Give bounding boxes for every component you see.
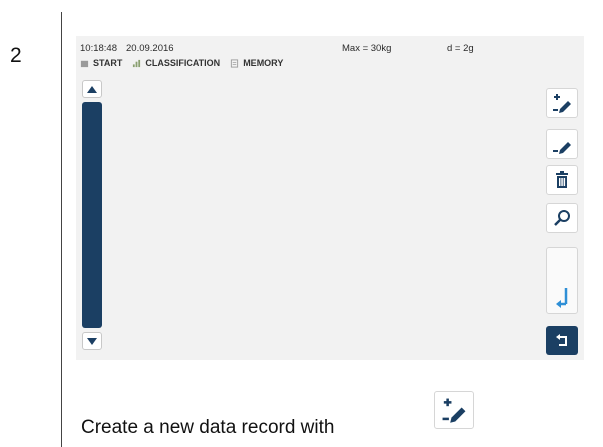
enter-arrow-icon [556,288,568,308]
device-screen: 10:18:48 20.09.2016 Max = 30kg d = 2g ST… [76,36,584,360]
back-arrow-icon [556,333,567,346]
breadcrumb-classification-label: CLASSIFICATION [145,58,221,68]
trash-icon [556,171,568,188]
classification-icon [133,59,141,67]
breadcrumb-classification[interactable]: CLASSIFICATION [132,58,220,68]
search-button[interactable] [546,203,578,233]
breadcrumb-memory-label: MEMORY [243,58,284,68]
step-divider [61,12,62,447]
record-list[interactable] [112,80,542,352]
status-date: 20.09.2016 [126,43,174,54]
scrollbar[interactable] [82,102,102,328]
status-readability: d = 2g [447,43,474,54]
edit-record-button[interactable] [546,129,578,159]
status-bar: 10:18:48 20.09.2016 Max = 30kg d = 2g [80,43,580,55]
status-time: 10:18:48 [80,43,117,54]
add-record-icon [553,94,571,113]
edit-pencil-icon [553,142,571,154]
breadcrumb: START CLASSIFICATION MEMORY [80,56,293,70]
breadcrumb-start-label: START [93,58,123,68]
delete-record-button[interactable] [546,165,578,195]
breadcrumb-memory[interactable]: MEMORY [230,58,283,68]
back-button[interactable] [546,326,578,355]
add-record-icon [442,398,466,423]
triangle-down-icon [87,337,97,345]
enter-button[interactable] [546,247,578,314]
triangle-up-icon [87,85,97,93]
search-icon [554,210,570,226]
instruction-text: Create a new data record with [81,417,335,438]
new-record-button-illustration [434,391,474,429]
breadcrumb-start[interactable]: START [80,58,122,68]
scroll-down-button[interactable] [82,332,102,350]
memory-icon [231,58,239,68]
home-icon [80,60,89,67]
scroll-up-button[interactable] [82,80,102,98]
status-max-capacity: Max = 30kg [342,43,392,54]
step-number: 2 [10,44,22,67]
new-record-button[interactable] [546,88,578,118]
